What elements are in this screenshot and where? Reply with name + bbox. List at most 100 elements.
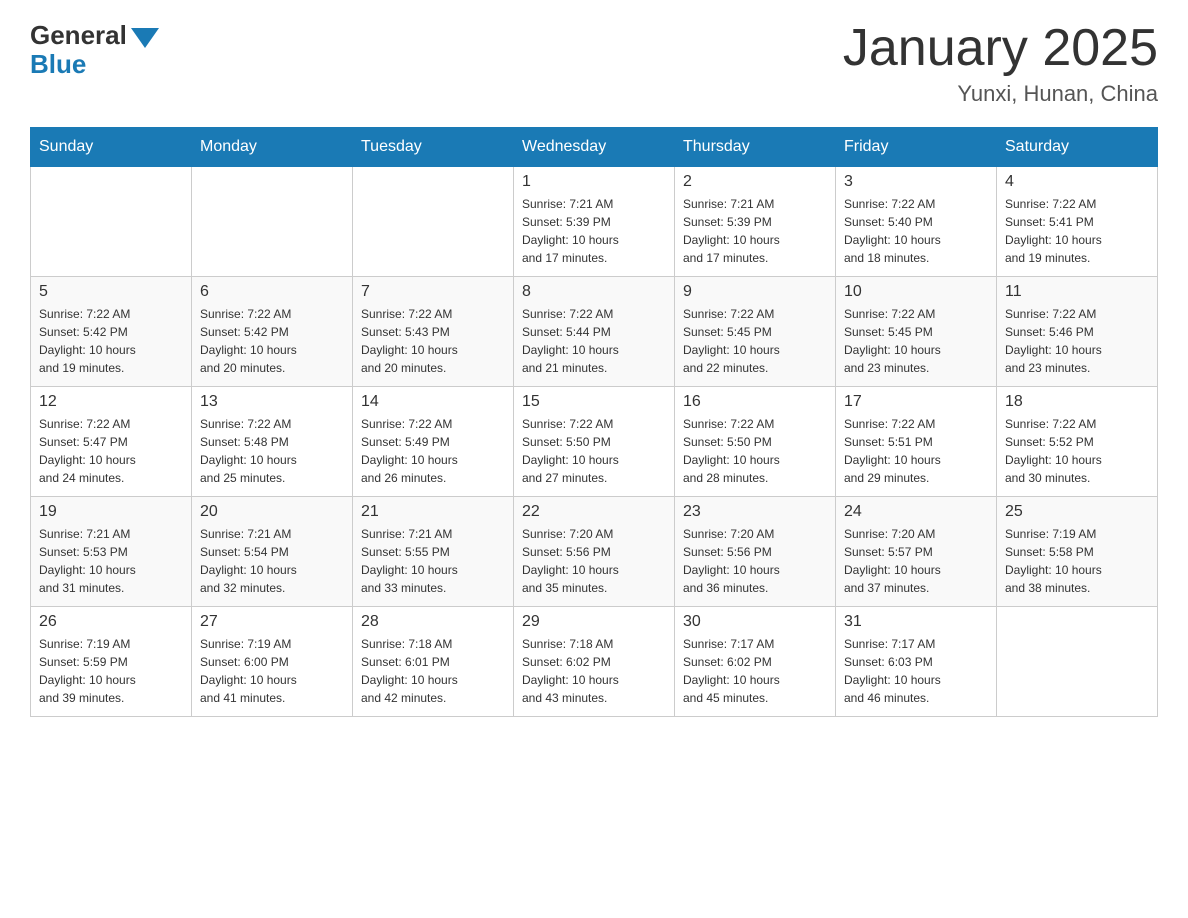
calendar-table: SundayMondayTuesdayWednesdayThursdayFrid… — [30, 127, 1158, 717]
day-info: Sunrise: 7:22 AMSunset: 5:44 PMDaylight:… — [522, 305, 666, 377]
day-info: Sunrise: 7:22 AMSunset: 5:42 PMDaylight:… — [200, 305, 344, 377]
logo-arrow-icon — [131, 28, 159, 48]
day-number: 23 — [683, 503, 827, 521]
day-info: Sunrise: 7:21 AMSunset: 5:55 PMDaylight:… — [361, 525, 505, 597]
day-info: Sunrise: 7:19 AMSunset: 5:59 PMDaylight:… — [39, 635, 183, 707]
day-cell: 4Sunrise: 7:22 AMSunset: 5:41 PMDaylight… — [997, 167, 1158, 277]
day-info: Sunrise: 7:22 AMSunset: 5:52 PMDaylight:… — [1005, 415, 1149, 487]
day-cell — [997, 607, 1158, 717]
day-cell: 27 Sunrise: 7:19 AMSunset: 6:00 PMDayligh… — [192, 607, 353, 717]
day-number: 20 — [200, 503, 344, 521]
day-number: 13 — [200, 393, 344, 411]
day-number: 31 — [844, 613, 988, 631]
day-cell — [31, 167, 192, 277]
day-info: Sunrise: 7:21 AMSunset: 5:39 PMDaylight:… — [522, 195, 666, 267]
week-row-3: 12 Sunrise: 7:22 AMSunset: 5:47 PMDayligh… — [31, 387, 1158, 497]
week-row-5: 26 Sunrise: 7:19 AMSunset: 5:59 PMDayligh… — [31, 607, 1158, 717]
day-number: 28 — [361, 613, 505, 631]
day-cell: 2 Sunrise: 7:21 AMSunset: 5:39 PMDaylight… — [675, 167, 836, 277]
week-row-2: 5 Sunrise: 7:22 AMSunset: 5:42 PMDaylight… — [31, 277, 1158, 387]
day-info: Sunrise: 7:19 AMSunset: 6:00 PMDaylight:… — [200, 635, 344, 707]
day-number: 24 — [844, 503, 988, 521]
day-info: Sunrise: 7:22 AMSunset: 5:51 PMDaylight:… — [844, 415, 988, 487]
header-cell-sunday: Sunday — [31, 128, 192, 167]
day-number: 10 — [844, 283, 988, 301]
day-cell: 16Sunrise: 7:22 AMSunset: 5:50 PMDayligh… — [675, 387, 836, 497]
day-cell: 26 Sunrise: 7:19 AMSunset: 5:59 PMDayligh… — [31, 607, 192, 717]
day-cell: 1Sunrise: 7:21 AMSunset: 5:39 PMDaylight… — [514, 167, 675, 277]
day-info: Sunrise: 7:19 AMSunset: 5:58 PMDaylight:… — [1005, 525, 1149, 597]
logo: General Blue — [30, 20, 159, 80]
logo-general-text: General — [30, 20, 127, 51]
day-info: Sunrise: 7:22 AMSunset: 5:42 PMDaylight:… — [39, 305, 183, 377]
day-number: 30 — [683, 613, 827, 631]
day-info: Sunrise: 7:22 AMSunset: 5:43 PMDaylight:… — [361, 305, 505, 377]
day-cell: 29Sunrise: 7:18 AMSunset: 6:02 PMDayligh… — [514, 607, 675, 717]
day-number: 27 — [200, 613, 344, 631]
day-cell: 18Sunrise: 7:22 AMSunset: 5:52 PMDayligh… — [997, 387, 1158, 497]
calendar-subtitle: Yunxi, Hunan, China — [843, 81, 1158, 107]
week-row-4: 19 Sunrise: 7:21 AMSunset: 5:53 PMDayligh… — [31, 497, 1158, 607]
day-cell: 30Sunrise: 7:17 AMSunset: 6:02 PMDayligh… — [675, 607, 836, 717]
week-row-1: 1Sunrise: 7:21 AMSunset: 5:39 PMDaylight… — [31, 167, 1158, 277]
day-number: 21 — [361, 503, 505, 521]
day-cell: 8 Sunrise: 7:22 AMSunset: 5:44 PMDaylight… — [514, 277, 675, 387]
day-info: Sunrise: 7:22 AMSunset: 5:48 PMDaylight:… — [200, 415, 344, 487]
day-info: Sunrise: 7:22 AMSunset: 5:49 PMDaylight:… — [361, 415, 505, 487]
day-info: Sunrise: 7:22 AMSunset: 5:47 PMDaylight:… — [39, 415, 183, 487]
day-cell: 22Sunrise: 7:20 AMSunset: 5:56 PMDayligh… — [514, 497, 675, 607]
day-number: 11 — [1005, 283, 1149, 301]
page-header: General Blue January 2025 Yunxi, Hunan, … — [30, 20, 1158, 107]
day-number: 12 — [39, 393, 183, 411]
day-number: 9 — [683, 283, 827, 301]
day-number: 17 — [844, 393, 988, 411]
day-cell: 7 Sunrise: 7:22 AMSunset: 5:43 PMDaylight… — [353, 277, 514, 387]
day-info: Sunrise: 7:20 AMSunset: 5:56 PMDaylight:… — [522, 525, 666, 597]
header-cell-thursday: Thursday — [675, 128, 836, 167]
day-cell: 14 Sunrise: 7:22 AMSunset: 5:49 PMDayligh… — [353, 387, 514, 497]
day-cell: 25 Sunrise: 7:19 AMSunset: 5:58 PMDayligh… — [997, 497, 1158, 607]
day-cell: 20 Sunrise: 7:21 AMSunset: 5:54 PMDayligh… — [192, 497, 353, 607]
day-info: Sunrise: 7:20 AMSunset: 5:56 PMDaylight:… — [683, 525, 827, 597]
day-info: Sunrise: 7:18 AMSunset: 6:02 PMDaylight:… — [522, 635, 666, 707]
day-number: 26 — [39, 613, 183, 631]
day-cell: 21 Sunrise: 7:21 AMSunset: 5:55 PMDayligh… — [353, 497, 514, 607]
day-cell: 23 Sunrise: 7:20 AMSunset: 5:56 PMDayligh… — [675, 497, 836, 607]
day-info: Sunrise: 7:20 AMSunset: 5:57 PMDaylight:… — [844, 525, 988, 597]
day-number: 5 — [39, 283, 183, 301]
calendar-title: January 2025 — [843, 20, 1158, 77]
header-cell-monday: Monday — [192, 128, 353, 167]
day-number: 25 — [1005, 503, 1149, 521]
day-number: 8 — [522, 283, 666, 301]
day-cell: 17 Sunrise: 7:22 AMSunset: 5:51 PMDayligh… — [836, 387, 997, 497]
day-info: Sunrise: 7:21 AMSunset: 5:54 PMDaylight:… — [200, 525, 344, 597]
day-cell: 24 Sunrise: 7:20 AMSunset: 5:57 PMDayligh… — [836, 497, 997, 607]
day-info: Sunrise: 7:22 AMSunset: 5:45 PMDaylight:… — [844, 305, 988, 377]
day-cell: 28Sunrise: 7:18 AMSunset: 6:01 PMDayligh… — [353, 607, 514, 717]
logo-blue-text: Blue — [30, 49, 86, 80]
day-number: 7 — [361, 283, 505, 301]
day-number: 4 — [1005, 173, 1149, 191]
day-number: 2 — [683, 173, 827, 191]
day-number: 6 — [200, 283, 344, 301]
day-info: Sunrise: 7:21 AMSunset: 5:53 PMDaylight:… — [39, 525, 183, 597]
day-info: Sunrise: 7:22 AMSunset: 5:46 PMDaylight:… — [1005, 305, 1149, 377]
day-cell — [192, 167, 353, 277]
day-cell: 6 Sunrise: 7:22 AMSunset: 5:42 PMDaylight… — [192, 277, 353, 387]
title-section: January 2025 Yunxi, Hunan, China — [843, 20, 1158, 107]
day-number: 19 — [39, 503, 183, 521]
day-cell: 13 Sunrise: 7:22 AMSunset: 5:48 PMDayligh… — [192, 387, 353, 497]
day-number: 14 — [361, 393, 505, 411]
day-info: Sunrise: 7:22 AMSunset: 5:50 PMDaylight:… — [683, 415, 827, 487]
day-cell: 5 Sunrise: 7:22 AMSunset: 5:42 PMDaylight… — [31, 277, 192, 387]
day-cell: 3Sunrise: 7:22 AMSunset: 5:40 PMDaylight… — [836, 167, 997, 277]
day-cell: 31Sunrise: 7:17 AMSunset: 6:03 PMDayligh… — [836, 607, 997, 717]
header-cell-saturday: Saturday — [997, 128, 1158, 167]
day-info: Sunrise: 7:22 AMSunset: 5:40 PMDaylight:… — [844, 195, 988, 267]
day-number: 15 — [522, 393, 666, 411]
header-cell-friday: Friday — [836, 128, 997, 167]
day-info: Sunrise: 7:22 AMSunset: 5:45 PMDaylight:… — [683, 305, 827, 377]
day-cell: 12 Sunrise: 7:22 AMSunset: 5:47 PMDayligh… — [31, 387, 192, 497]
header-row: SundayMondayTuesdayWednesdayThursdayFrid… — [31, 128, 1158, 167]
day-info: Sunrise: 7:21 AMSunset: 5:39 PMDaylight:… — [683, 195, 827, 267]
